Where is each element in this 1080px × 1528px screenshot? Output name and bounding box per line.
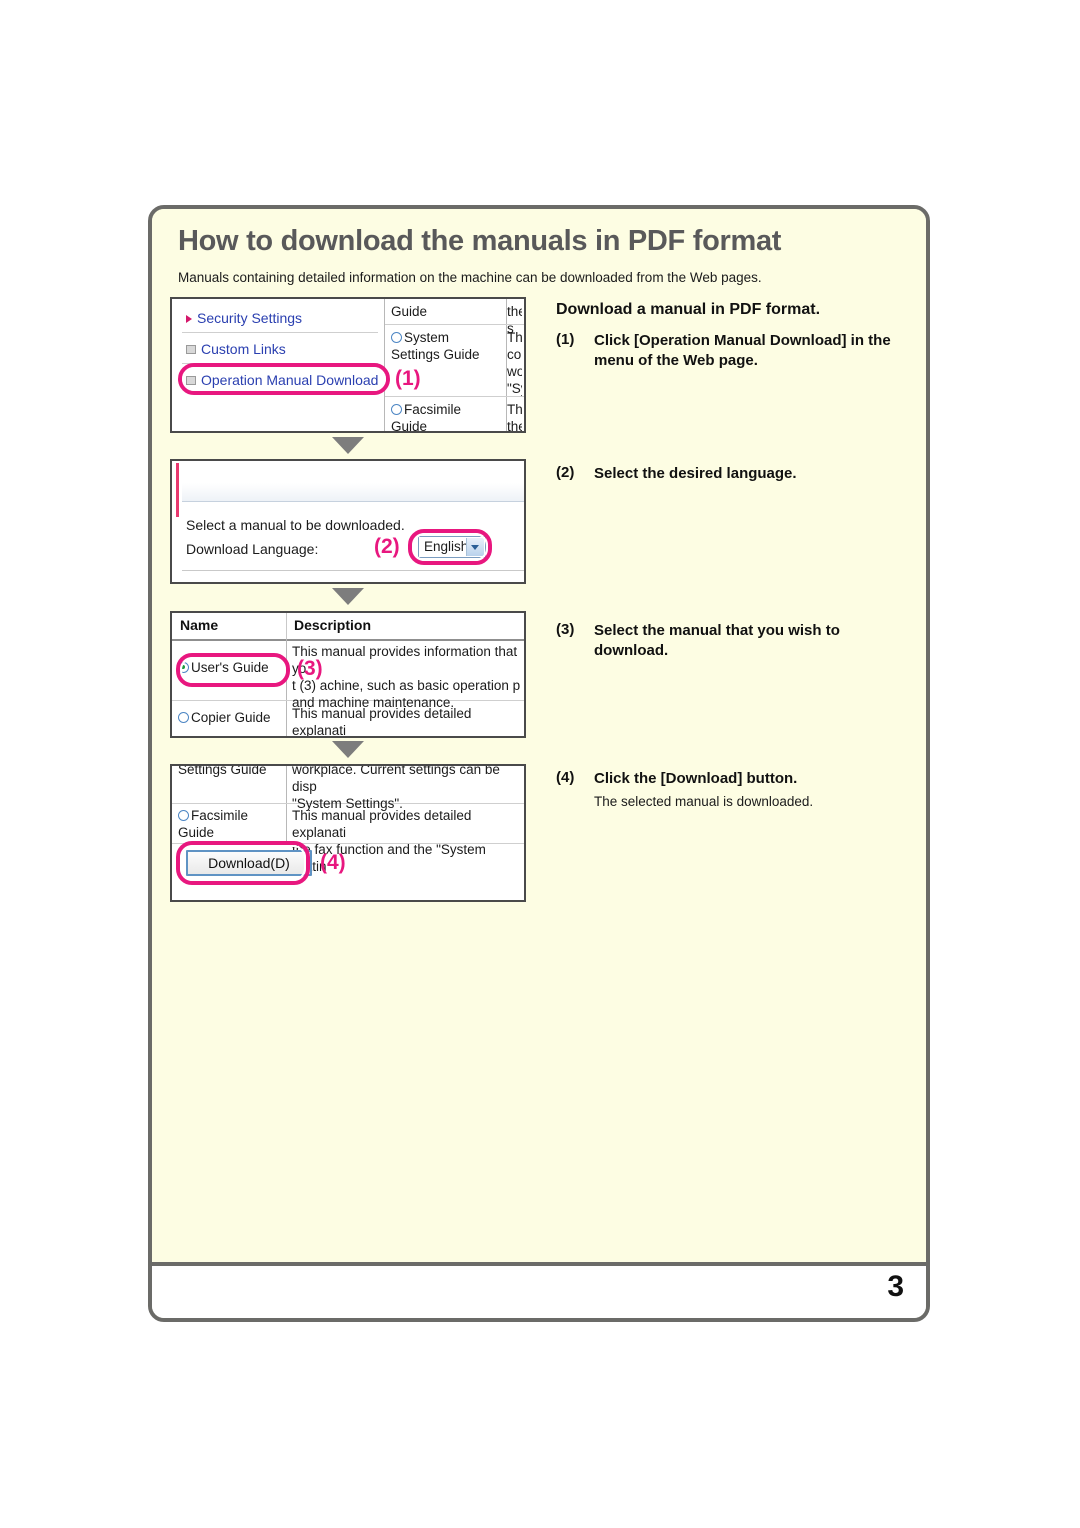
download-language-label: Download Language: [186,541,319,557]
manual-name-facsimile-guide: Facsimile Guide [178,807,282,841]
page-title: How to download the manuals in PDF forma… [178,225,782,257]
sidebar-item-label: Custom Links [201,341,286,357]
web-page-header-band [182,461,524,502]
step-text: Click the [Download] button. [594,770,798,787]
table-row[interactable]: Facsimile Guide This the f [385,397,524,433]
manual-name-label: User's Guide [191,660,269,675]
download-language-select[interactable]: English [418,536,486,558]
screenshot-manual-table: Name Description User's Guide This manua… [170,611,526,738]
download-button[interactable]: Download(D) [186,850,312,876]
instruction-step-3: (3) Select the manual that you wish to d… [556,621,901,661]
instruction-step-2: (2) Select the desired language. [556,464,901,484]
square-bullet-icon [186,376,196,386]
step-number: (1) [556,331,575,348]
column-header-description: Description [294,617,372,633]
sidebar-item-label: Security Settings [197,310,303,326]
manual-description: This manual provides detailed explanati … [292,706,472,738]
step-number: (2) [556,464,575,481]
radio-users-guide[interactable] [178,662,189,673]
table-row[interactable]: Settings Guide workplace. Current settin… [172,764,524,811]
manual-name-settings-guide: Settings Guide [178,764,267,777]
flow-arrow-icon [332,437,364,454]
instruction-step-1: (1) Click [Operation Manual Download] in… [556,331,901,371]
web-menu-column: Security Settings Custom Links Operation… [172,299,384,431]
table-row: Guide the s [385,299,524,336]
callout-number-1: (1) [395,367,421,390]
sidebar-item-security-settings[interactable]: Security Settings [186,310,302,326]
table-header-row: Name Description [172,613,524,641]
screenshot-download-button: Settings Guide workplace. Current settin… [170,764,526,902]
page-root: How to download the manuals in PDF forma… [0,0,1080,1528]
callout-number-2: (2) [374,535,400,558]
manual-name-users-guide: User's Guide [178,659,282,676]
callout-number-3: (3) [297,657,323,680]
screenshot-web-menu: Security Settings Custom Links Operation… [170,297,526,433]
radio-system-settings-guide[interactable] [391,332,402,343]
flow-arrow-icon [332,741,364,758]
fragment-name-label: System Settings Guide [391,330,480,362]
chevron-down-icon[interactable] [466,538,484,556]
page-number: 3 [887,1270,904,1303]
panel-accent-tick [176,463,179,517]
sidebar-item-custom-links[interactable]: Custom Links [186,341,286,357]
step-text: Select the desired language. [594,465,797,482]
page-intro-text: Manuals containing detailed information … [178,270,762,285]
fragment-name: Facsimile Guide [391,401,499,431]
step-text: Select the manual that you wish to downl… [594,622,840,659]
screenshot-language-select: Select a manual to be downloaded. Downlo… [170,459,526,584]
instruction-step-4: (4) Click the [Download] button. The sel… [556,769,901,811]
manual-name-copier-guide: Copier Guide [178,709,282,726]
manual-page-frame: How to download the manuals in PDF forma… [148,205,930,1322]
column-header-name: Name [180,617,219,633]
table-row[interactable]: Facsimile Guide This manual provides det… [172,804,524,874]
step-number: (3) [556,621,575,638]
menu-divider [182,332,378,333]
fragment-desc: This confi work "Sys [507,330,522,396]
table-row[interactable]: User's Guide This manual provides inform… [172,639,524,710]
table-row[interactable]: Copier Guide This manual provides detail… [172,701,524,738]
step-text: Click [Operation Manual Download] in the… [594,332,891,369]
page-content-area: How to download the manuals in PDF forma… [152,209,926,1262]
callout-number-4: (4) [320,851,346,874]
page-footer: 3 [152,1262,926,1318]
step-number: (4) [556,769,575,786]
radio-facsimile-guide[interactable] [178,810,189,821]
menu-divider [182,363,378,364]
panel-divider [182,570,524,571]
manual-fragment-table: Guide the s System Settings Guide This c… [384,299,524,431]
triangle-bullet-icon [186,314,192,323]
instructions-heading: Download a manual in PDF format. [556,301,821,318]
fragment-name: Guide [391,304,428,319]
fragment-name: System Settings Guide [391,329,499,363]
column-divider [286,613,287,639]
selected-language-value: English [424,539,469,554]
sidebar-item-operation-manual-download[interactable]: Operation Manual Download [186,372,378,388]
radio-facsimile-guide[interactable] [391,404,402,415]
select-manual-instruction: Select a manual to be downloaded. [186,517,405,533]
radio-copier-guide[interactable] [178,712,189,723]
sidebar-item-label: Operation Manual Download [201,372,379,388]
fragment-desc: This the f [507,402,522,433]
square-bullet-icon [186,345,196,355]
step-subtext: The selected manual is downloaded. [594,794,814,809]
manual-name-label: Copier Guide [191,710,271,725]
flow-arrow-icon [332,588,364,605]
